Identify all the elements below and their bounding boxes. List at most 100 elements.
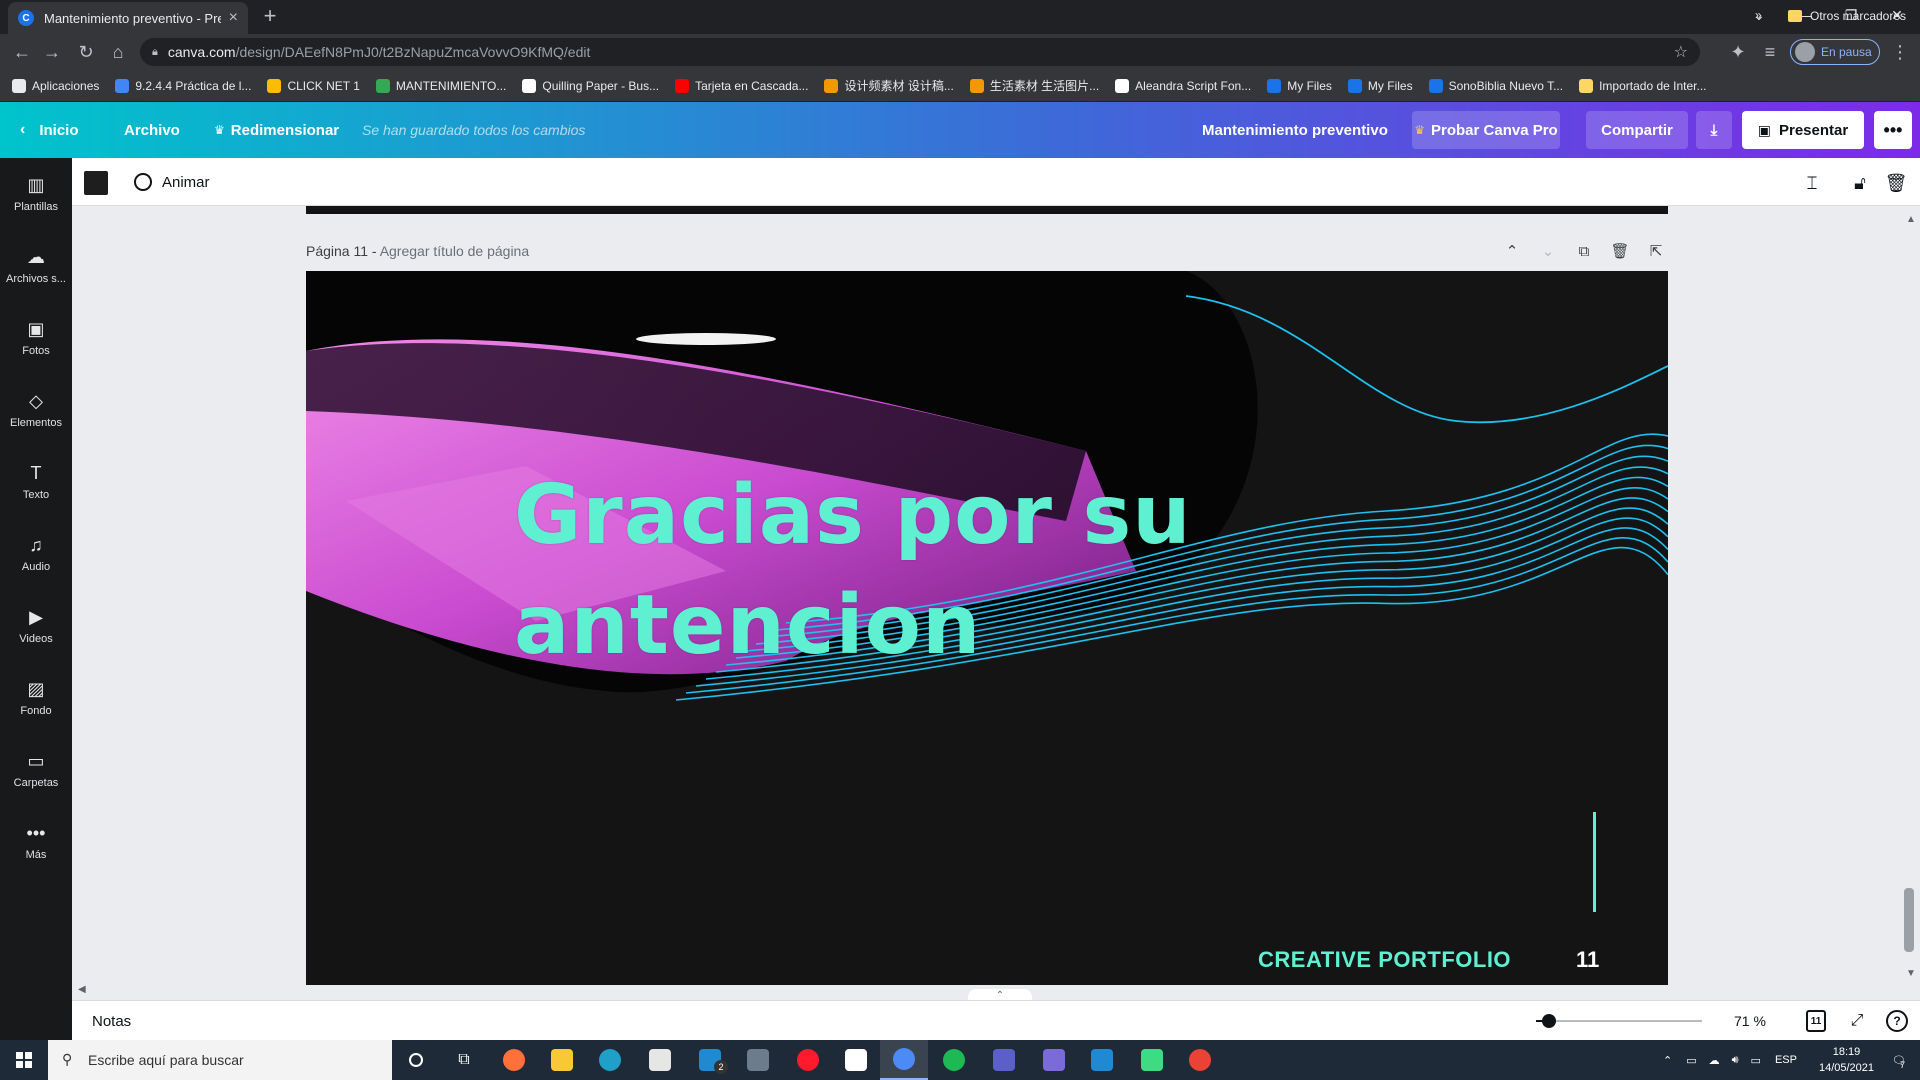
duplicate-page-icon[interactable]: ⧉ — [1574, 241, 1594, 261]
present-button[interactable]: ▣ Presentar — [1742, 111, 1864, 149]
slide[interactable]: Gracias por su antencion CREATIVE PORTFO… — [306, 271, 1668, 985]
bookmark-item[interactable]: CLICK NET 1 — [267, 78, 360, 93]
display-icon[interactable]: ▭ — [1751, 1054, 1761, 1067]
bookmark-item[interactable]: Aplicaciones — [12, 78, 99, 93]
chrome-icon[interactable] — [880, 1040, 928, 1080]
accent-vertical-line[interactable] — [1593, 812, 1596, 912]
file-menu-button[interactable]: Archivo — [124, 102, 180, 158]
home-icon[interactable]: ⌂ — [104, 38, 132, 66]
lock-icon[interactable]: 🔓︎ — [1848, 171, 1872, 195]
bookmark-item[interactable]: Importado de Inter... — [1579, 78, 1707, 93]
chevron-up-icon[interactable]: ⌃ — [1502, 241, 1522, 261]
home-button[interactable]: ‹ Inicio — [20, 102, 79, 158]
bookmark-item[interactable]: 设计频素材 设计稿... — [824, 77, 954, 94]
fullscreen-icon[interactable]: ⤢ — [1846, 1010, 1868, 1032]
sidebar-item-archivos-s[interactable]: ☁ Archivos s... — [0, 234, 72, 298]
sidebar-item-plantillas[interactable]: ▥ Plantillas — [0, 162, 72, 226]
sidebar-item-fotos[interactable]: ▣ Fotos — [0, 306, 72, 370]
bookmark-item[interactable]: MANTENIMIENTO... — [375, 78, 506, 93]
slide-page-number[interactable]: 11 — [1576, 947, 1599, 973]
expand-pages-icon[interactable]: ⌃ — [968, 989, 1032, 1000]
teams-icon[interactable] — [980, 1040, 1028, 1080]
bookmark-item[interactable]: 9.2.4.4 Práctica de l... — [115, 78, 251, 93]
color-swatch-button[interactable] — [84, 171, 108, 195]
more-options-icon[interactable]: ••• — [1874, 111, 1912, 149]
chevron-down-icon[interactable]: ⌄ — [1538, 241, 1558, 261]
share-button[interactable]: Compartir — [1586, 111, 1688, 149]
sidebar-item-texto[interactable]: T Texto — [0, 450, 72, 514]
taskbar-search-input[interactable]: ⚲ Escribe aquí para buscar — [48, 1040, 392, 1080]
delete-page-icon[interactable]: 🗑︎ — [1610, 241, 1630, 261]
mail-icon[interactable]: 2 — [686, 1040, 734, 1080]
scroll-up-icon[interactable]: ▲ — [1906, 214, 1916, 225]
trash-icon[interactable]: 🗑︎ — [1884, 171, 1908, 195]
animate-button[interactable]: Animar — [134, 158, 210, 206]
network-icon[interactable]: ☁ — [1709, 1054, 1720, 1067]
resize-button[interactable]: ♛ Redimensionar — [214, 102, 339, 158]
copy-style-icon[interactable]: ⌶ — [1800, 171, 1824, 195]
other-bookmarks-folder[interactable]: Otros marcadores — [1788, 0, 1906, 32]
vscode-icon[interactable] — [1078, 1040, 1126, 1080]
firefox-icon[interactable] — [490, 1040, 538, 1080]
add-page-icon[interactable]: ⇱ — [1646, 241, 1666, 261]
zoom-slider-thumb[interactable] — [1542, 1014, 1556, 1028]
sidebar-item-videos[interactable]: ▶ Videos — [0, 594, 72, 658]
forward-icon[interactable]: → — [38, 38, 66, 66]
notepad-icon[interactable] — [832, 1040, 880, 1080]
file-explorer-icon[interactable] — [538, 1040, 586, 1080]
slide-title[interactable]: Gracias por su antencion — [514, 461, 1234, 681]
discord-icon[interactable] — [1030, 1040, 1078, 1080]
bookmarks-overflow-button[interactable]: » — [1755, 8, 1762, 22]
notifications-icon[interactable]: 🗨︎ 7 — [1892, 1054, 1906, 1070]
download-icon[interactable]: ⤓ — [1696, 111, 1732, 149]
scroll-left-icon[interactable]: ◀ — [78, 984, 86, 995]
windows-start-button[interactable] — [0, 1040, 48, 1080]
page-count-button[interactable]: 11 — [1806, 1010, 1826, 1032]
bookmark-item[interactable]: SonoBiblia Nuevo T... — [1428, 78, 1563, 93]
browser-tab[interactable]: C Mantenimiento preventivo - Pres × — [8, 2, 248, 34]
reload-icon[interactable]: ↻ — [72, 38, 100, 66]
page-label[interactable]: Página 11 - Agregar título de página — [306, 243, 529, 259]
profile-button[interactable]: En pausa — [1790, 39, 1880, 65]
scroll-down-icon[interactable]: ▼ — [1906, 968, 1916, 979]
chrome-alt-icon[interactable] — [1176, 1040, 1224, 1080]
sidebar-item-elementos[interactable]: ◇ Elementos — [0, 378, 72, 442]
sidebar-item-fondo[interactable]: ▨ Fondo — [0, 666, 72, 730]
spotify-icon[interactable] — [930, 1040, 978, 1080]
address-bar[interactable]: 🔒︎ canva.com/design/DAEefN8PmJ0/t2BzNapu… — [140, 38, 1700, 66]
bookmark-item[interactable]: 生活素材 生活图片... — [969, 77, 1099, 94]
store-icon[interactable] — [636, 1040, 684, 1080]
battery-icon[interactable]: ▭ — [1686, 1054, 1696, 1067]
bookmark-item[interactable]: My Files — [1267, 78, 1332, 93]
calculator-icon[interactable] — [734, 1040, 782, 1080]
help-icon[interactable]: ? — [1886, 1010, 1908, 1032]
android-studio-icon[interactable] — [1128, 1040, 1176, 1080]
task-view-icon[interactable]: ⧉ — [440, 1040, 488, 1080]
vertical-scrollbar[interactable] — [1904, 888, 1914, 952]
sidebar-item-más[interactable]: ••• Más — [0, 810, 72, 874]
bookmark-item[interactable]: Tarjeta en Cascada... — [675, 78, 808, 93]
zoom-percentage[interactable]: 71 % — [1734, 1001, 1766, 1041]
zoom-slider[interactable] — [1536, 1014, 1702, 1028]
new-tab-button[interactable]: + — [258, 4, 282, 28]
bookmark-item[interactable]: Quilling Paper - Bus... — [522, 78, 659, 93]
clock[interactable]: 18:19 14/05/2021 — [1819, 1044, 1874, 1076]
slide-footer-text[interactable]: CREATIVE PORTFOLIO — [1258, 947, 1511, 973]
extensions-icon[interactable]: ✦ — [1724, 38, 1752, 66]
document-title[interactable]: Mantenimiento preventivo — [1202, 102, 1388, 158]
sidebar-item-audio[interactable]: ♫ Audio — [0, 522, 72, 586]
edge-icon[interactable] — [586, 1040, 634, 1080]
media-control-icon[interactable]: ≡ — [1756, 38, 1784, 66]
notes-button[interactable]: Notas — [92, 1001, 131, 1041]
cortana-icon[interactable] — [392, 1040, 440, 1080]
browser-menu-icon[interactable]: ⋮ — [1886, 38, 1914, 66]
sidebar-item-carpetas[interactable]: ▭ Carpetas — [0, 738, 72, 802]
back-icon[interactable]: ← — [8, 38, 36, 66]
language-indicator[interactable]: ESP — [1775, 1054, 1797, 1066]
bookmark-item[interactable]: Aleandra Script Fon... — [1115, 78, 1251, 93]
opera-icon[interactable] — [784, 1040, 832, 1080]
bookmark-star-icon[interactable]: ☆ — [1674, 42, 1688, 62]
tray-overflow-icon[interactable]: ⌃ — [1663, 1054, 1672, 1067]
volume-icon[interactable]: 🔊︎ — [1732, 1054, 1739, 1067]
bookmark-item[interactable]: My Files — [1347, 78, 1413, 93]
